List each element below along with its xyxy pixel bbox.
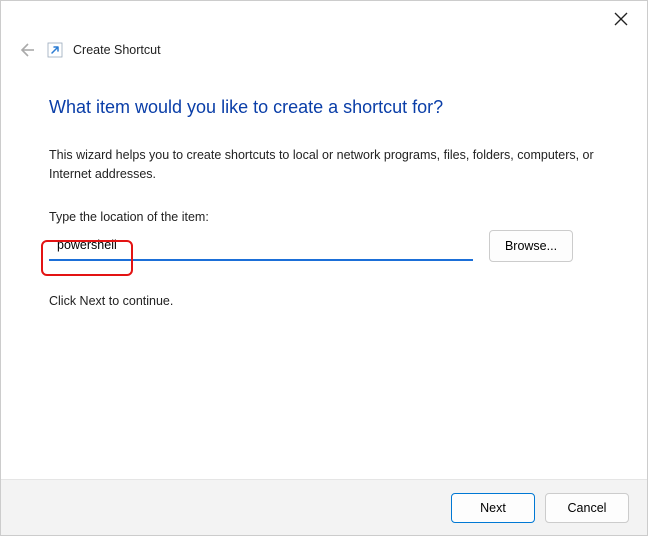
header-row: Create Shortcut — [1, 37, 647, 63]
wizard-heading: What item would you like to create a sho… — [49, 97, 603, 118]
shortcut-icon — [47, 42, 63, 58]
location-label: Type the location of the item: — [49, 210, 603, 224]
close-icon[interactable] — [613, 11, 629, 27]
continue-instruction: Click Next to continue. — [49, 294, 603, 308]
wizard-description: This wizard helps you to create shortcut… — [49, 146, 603, 184]
location-input[interactable] — [49, 231, 473, 261]
back-arrow-icon — [17, 41, 35, 59]
next-button[interactable]: Next — [451, 493, 535, 523]
titlebar — [1, 1, 647, 37]
footer-bar: Next Cancel — [1, 479, 647, 535]
input-row: Browse... — [49, 230, 603, 262]
content-area: What item would you like to create a sho… — [1, 63, 647, 308]
browse-button[interactable]: Browse... — [489, 230, 573, 262]
cancel-button[interactable]: Cancel — [545, 493, 629, 523]
dialog-title: Create Shortcut — [73, 43, 161, 57]
